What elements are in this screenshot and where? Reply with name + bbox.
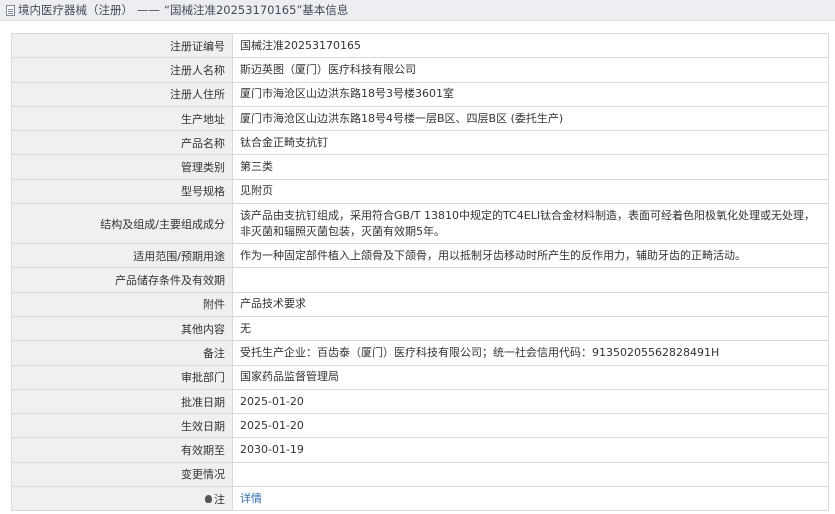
row-value: 受托生产企业：百齿泰（厦门）医疗科技有限公司；统一社会信用代码：91350205…: [232, 340, 829, 366]
note-row: 注 详情: [11, 486, 829, 512]
table-row: 批准日期 2025-01-20: [11, 388, 829, 415]
row-label: 生产地址: [11, 105, 233, 132]
table-row: 生效日期 2025-01-20: [11, 413, 829, 439]
table-row: 注册人名称 斯迈英图（厦门）医疗科技有限公司: [11, 57, 829, 83]
row-label: 审批部门: [11, 364, 233, 390]
row-label: 批准日期: [11, 388, 233, 415]
breadcrumb-suffix: 基本信息: [302, 3, 349, 17]
row-value: 2030-01-19: [232, 437, 829, 463]
row-value: 国械注准20253170165: [232, 32, 829, 59]
table-row: 产品名称 钛合金正畸支抗钉: [11, 130, 829, 156]
row-label: 管理类别: [11, 154, 233, 180]
row-label: 适用范围/预期用途: [11, 243, 233, 269]
row-value: 2025-01-20: [232, 388, 829, 415]
table-row: 产品储存条件及有效期: [11, 267, 829, 293]
row-label: 其他内容: [11, 315, 233, 342]
row-value: 厦门市海沧区山边洪东路18号3号楼3601室: [232, 81, 829, 107]
table-row: 管理类别 第三类: [11, 154, 829, 180]
row-value: 作为一种固定部件植入上颌骨及下颌骨，用以抵制牙齿移动时所产生的反作用力，辅助牙齿…: [232, 243, 829, 269]
row-value: 见附页: [232, 178, 829, 205]
table-row: 注册人住所 厦门市海沧区山边洪东路18号3号楼3601室: [11, 81, 829, 107]
table-row: 适用范围/预期用途 作为一种固定部件植入上颌骨及下颌骨，用以抵制牙齿移动时所产生的…: [11, 243, 829, 269]
row-label: 注册人名称: [11, 57, 233, 83]
table-row: 备注 受托生产企业：百齿泰（厦门）医疗科技有限公司；统一社会信用代码：913502…: [11, 340, 829, 366]
table-row: 型号规格 见附页: [11, 178, 829, 205]
row-value: [232, 461, 829, 488]
breadcrumb-record: “国械注准20253170165”: [164, 3, 303, 17]
row-label: 结构及组成/主要组成成分: [11, 203, 233, 245]
row-label: 附件: [11, 291, 233, 317]
table-row: 变更情况: [11, 461, 829, 488]
row-value: 该产品由支抗钉组成，采用符合GB/T 13810中规定的TC4ELI钛合金材料制…: [232, 203, 829, 245]
row-value: 2025-01-20: [232, 413, 829, 439]
breadcrumb-category[interactable]: 境内医疗器械（注册）: [18, 2, 133, 18]
table-row: 有效期至 2030-01-19: [11, 437, 829, 463]
row-label: 生效日期: [11, 413, 233, 439]
detail-table: 注册证编号 国械注准20253170165 注册人名称 斯迈英图（厦门）医疗科技有限…: [11, 32, 829, 512]
breadcrumb: 境内医疗器械（注册） —— “国械注准20253170165” 基本信息: [0, 0, 835, 21]
table-row: 附件 产品技术要求: [11, 291, 829, 317]
row-value: 钛合金正畸支抗钉: [232, 130, 829, 156]
row-value: 斯迈英图（厦门）医疗科技有限公司: [232, 57, 829, 83]
document-icon: [6, 4, 15, 16]
row-label: 型号规格: [11, 178, 233, 205]
note-label-cell: 注: [11, 486, 233, 512]
details-link[interactable]: 详情: [240, 492, 262, 505]
lightbulb-icon: [205, 494, 212, 503]
breadcrumb-separator: ——: [137, 3, 160, 17]
table-row: 审批部门 国家药品监督管理局: [11, 364, 829, 390]
row-label: 产品储存条件及有效期: [11, 267, 233, 293]
row-label: 有效期至: [11, 437, 233, 463]
table-row: 结构及组成/主要组成成分 该产品由支抗钉组成，采用符合GB/T 13810中规定的…: [11, 203, 829, 245]
note-label: 注: [214, 492, 225, 506]
row-label: 产品名称: [11, 130, 233, 156]
row-value: 无: [232, 315, 829, 342]
row-value: 厦门市海沧区山边洪东路18号4号楼一层B区、四层B区 (委托生产): [232, 105, 829, 132]
row-label: 变更情况: [11, 461, 233, 488]
row-value: [232, 267, 829, 293]
table-row: 生产地址 厦门市海沧区山边洪东路18号4号楼一层B区、四层B区 (委托生产): [11, 105, 829, 132]
note-value-cell: 详情: [232, 486, 829, 512]
row-label: 注册人住所: [11, 81, 233, 107]
table-row: 其他内容无: [11, 315, 829, 342]
row-value: 产品技术要求: [232, 291, 829, 317]
row-value: 第三类: [232, 154, 829, 180]
table-row: 注册证编号 国械注准20253170165: [11, 32, 829, 59]
row-label: 注册证编号: [11, 32, 233, 59]
row-value: 国家药品监督管理局: [232, 364, 829, 390]
row-label: 备注: [11, 340, 233, 366]
